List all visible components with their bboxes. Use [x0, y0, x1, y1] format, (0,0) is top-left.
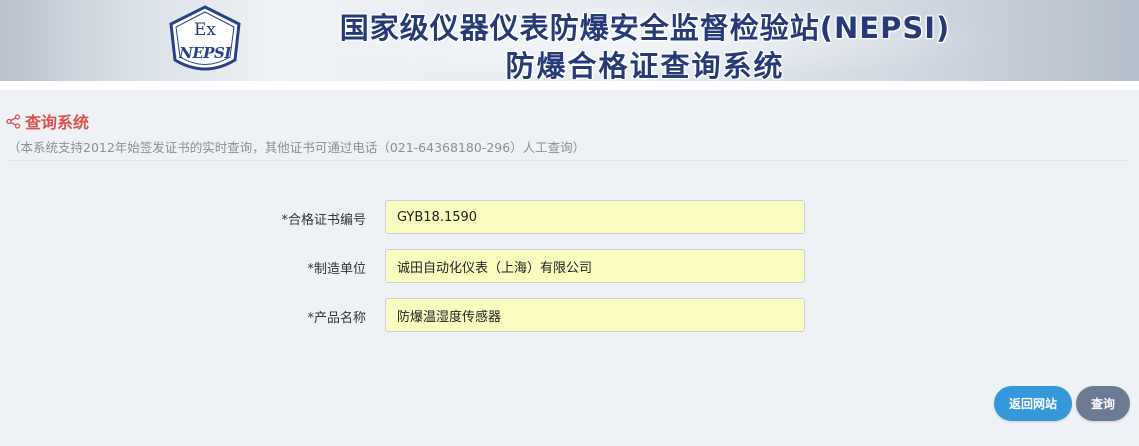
share-icon [6, 113, 21, 129]
form-row-manufacturer: *制造单位 [0, 249, 1139, 283]
manufacturer-label: *制造单位 [307, 262, 366, 277]
form-row-product-name: *产品名称 [0, 298, 1139, 332]
certificate-number-input[interactable] [385, 200, 805, 234]
nepsi-logo [169, 5, 241, 71]
query-panel: 查询系统 （本系统支持2012年始签发证书的实时查询，其他证书可通过电话（021… [0, 90, 1139, 446]
form-row-certificate-number: *合格证书编号 [0, 200, 1139, 234]
section-divider [6, 160, 1128, 161]
product-name-input[interactable] [385, 298, 805, 332]
banner-gap [0, 81, 1139, 90]
section-note: （本系统支持2012年始签发证书的实时查询，其他证书可通过电话（021-6436… [8, 140, 586, 155]
manufacturer-input[interactable] [385, 249, 805, 283]
header-banner: Ex NEPSI 国家级仪器仪表防爆安全监督检验站(NEPSI) 防爆合格证查询… [0, 0, 1139, 81]
section-header: 查询系统 [6, 109, 89, 133]
banner-title-line2: 防爆合格证查询系统 [505, 49, 785, 81]
banner-title-line1: 国家级仪器仪表防爆安全监督检验站(NEPSI) [339, 11, 951, 45]
section-title: 查询系统 [25, 113, 90, 132]
query-button[interactable]: 查询 [1076, 386, 1130, 421]
product-name-label: *产品名称 [307, 311, 366, 326]
logo-text-top: Ex [194, 20, 216, 40]
back-to-site-button[interactable]: 返回网站 [994, 386, 1072, 421]
certificate-number-label: *合格证书编号 [281, 213, 366, 228]
logo-text-bottom: NEPSI [179, 44, 231, 62]
